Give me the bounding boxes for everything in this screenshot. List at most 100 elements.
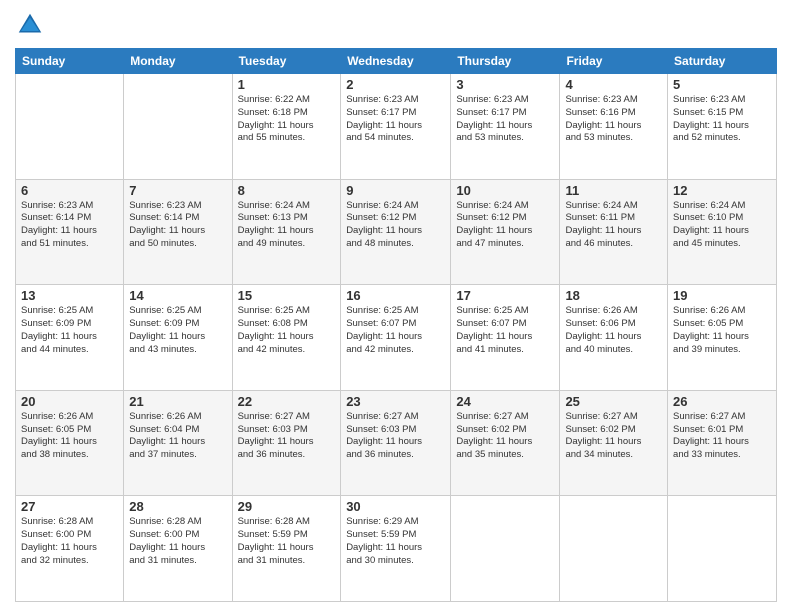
day-number: 27 — [21, 499, 118, 514]
day-number: 26 — [673, 394, 771, 409]
calendar-cell: 25 Sunrise: 6:27 AM Sunset: 6:02 PM Dayli… — [560, 390, 668, 496]
day-info: Sunrise: 6:27 AM Sunset: 6:01 PM Dayligh… — [673, 411, 771, 462]
day-number: 7 — [129, 183, 226, 198]
calendar-cell: 2 Sunrise: 6:23 AM Sunset: 6:17 PM Daylig… — [341, 74, 451, 180]
calendar-week-row: 27 Sunrise: 6:28 AM Sunset: 6:00 PM Dayli… — [16, 496, 777, 602]
day-number: 11 — [565, 183, 662, 198]
calendar-cell: 27Sunrise: 6:28 AM Sunset: 6:00 PM Dayli… — [16, 496, 124, 602]
day-info: Sunrise: 6:27 AM Sunset: 6:02 PM Dayligh… — [456, 411, 554, 462]
calendar-cell: 22 Sunrise: 6:27 AM Sunset: 6:03 PM Dayli… — [232, 390, 341, 496]
day-number: 2 — [346, 77, 445, 92]
weekday-header-thursday: Thursday — [451, 49, 560, 74]
calendar-cell: 21 Sunrise: 6:26 AM Sunset: 6:04 PM Dayli… — [124, 390, 232, 496]
day-number: 6 — [21, 183, 118, 198]
weekday-header-sunday: Sunday — [16, 49, 124, 74]
day-info: Sunrise: 6:27 AM Sunset: 6:03 PM Dayligh… — [238, 411, 336, 462]
calendar-cell: 15 Sunrise: 6:25 AM Sunset: 6:08 PM Dayli… — [232, 285, 341, 391]
day-number: 30 — [346, 499, 445, 514]
header — [15, 10, 777, 40]
calendar-cell: 1 Sunrise: 6:22 AM Sunset: 6:18 PM Daylig… — [232, 74, 341, 180]
day-number: 20 — [21, 394, 118, 409]
calendar-cell: 23Sunrise: 6:27 AM Sunset: 6:03 PM Dayli… — [341, 390, 451, 496]
day-info: Sunrise: 6:28 AM Sunset: 6:00 PM Dayligh… — [129, 516, 226, 567]
calendar-cell: 7 Sunrise: 6:23 AM Sunset: 6:14 PM Daylig… — [124, 179, 232, 285]
day-info: Sunrise: 6:23 AM Sunset: 6:17 PM Dayligh… — [346, 94, 445, 145]
calendar-cell: 14 Sunrise: 6:25 AM Sunset: 6:09 PM Dayli… — [124, 285, 232, 391]
calendar-cell: 10 Sunrise: 6:24 AM Sunset: 6:12 PM Dayli… — [451, 179, 560, 285]
weekday-header-wednesday: Wednesday — [341, 49, 451, 74]
day-number: 15 — [238, 288, 336, 303]
day-number: 8 — [238, 183, 336, 198]
calendar-table: SundayMondayTuesdayWednesdayThursdayFrid… — [15, 48, 777, 602]
day-info: Sunrise: 6:24 AM Sunset: 6:10 PM Dayligh… — [673, 200, 771, 251]
day-number: 24 — [456, 394, 554, 409]
calendar-cell: 28 Sunrise: 6:28 AM Sunset: 6:00 PM Dayli… — [124, 496, 232, 602]
day-number: 13 — [21, 288, 118, 303]
calendar-body: 1 Sunrise: 6:22 AM Sunset: 6:18 PM Daylig… — [16, 74, 777, 602]
day-info: Sunrise: 6:25 AM Sunset: 6:07 PM Dayligh… — [456, 305, 554, 356]
weekday-header-friday: Friday — [560, 49, 668, 74]
day-number: 19 — [673, 288, 771, 303]
day-number: 28 — [129, 499, 226, 514]
calendar-cell: 9 Sunrise: 6:24 AM Sunset: 6:12 PM Daylig… — [341, 179, 451, 285]
day-info: Sunrise: 6:24 AM Sunset: 6:13 PM Dayligh… — [238, 200, 336, 251]
calendar-cell: 11Sunrise: 6:24 AM Sunset: 6:11 PM Dayli… — [560, 179, 668, 285]
calendar-header: SundayMondayTuesdayWednesdayThursdayFrid… — [16, 49, 777, 74]
calendar-week-row: 6 Sunrise: 6:23 AM Sunset: 6:14 PM Daylig… — [16, 179, 777, 285]
weekday-header-row: SundayMondayTuesdayWednesdayThursdayFrid… — [16, 49, 777, 74]
day-number: 10 — [456, 183, 554, 198]
day-info: Sunrise: 6:26 AM Sunset: 6:05 PM Dayligh… — [673, 305, 771, 356]
calendar-cell: 19 Sunrise: 6:26 AM Sunset: 6:05 PM Dayli… — [668, 285, 777, 391]
weekday-header-tuesday: Tuesday — [232, 49, 341, 74]
day-number: 1 — [238, 77, 336, 92]
page: SundayMondayTuesdayWednesdayThursdayFrid… — [0, 0, 792, 612]
calendar-cell — [16, 74, 124, 180]
calendar-cell — [560, 496, 668, 602]
day-info: Sunrise: 6:24 AM Sunset: 6:12 PM Dayligh… — [346, 200, 445, 251]
day-number: 5 — [673, 77, 771, 92]
day-info: Sunrise: 6:27 AM Sunset: 6:02 PM Dayligh… — [565, 411, 662, 462]
day-number: 16 — [346, 288, 445, 303]
day-info: Sunrise: 6:25 AM Sunset: 6:08 PM Dayligh… — [238, 305, 336, 356]
calendar-cell: 29 Sunrise: 6:28 AM Sunset: 5:59 PM Dayli… — [232, 496, 341, 602]
day-info: Sunrise: 6:23 AM Sunset: 6:15 PM Dayligh… — [673, 94, 771, 145]
day-number: 22 — [238, 394, 336, 409]
day-info: Sunrise: 6:22 AM Sunset: 6:18 PM Dayligh… — [238, 94, 336, 145]
calendar-cell: 17 Sunrise: 6:25 AM Sunset: 6:07 PM Dayli… — [451, 285, 560, 391]
day-info: Sunrise: 6:23 AM Sunset: 6:17 PM Dayligh… — [456, 94, 554, 145]
day-number: 25 — [565, 394, 662, 409]
calendar-cell: 24 Sunrise: 6:27 AM Sunset: 6:02 PM Dayli… — [451, 390, 560, 496]
day-info: Sunrise: 6:23 AM Sunset: 6:14 PM Dayligh… — [21, 200, 118, 251]
weekday-header-monday: Monday — [124, 49, 232, 74]
day-info: Sunrise: 6:25 AM Sunset: 6:07 PM Dayligh… — [346, 305, 445, 356]
calendar-cell: 8 Sunrise: 6:24 AM Sunset: 6:13 PM Daylig… — [232, 179, 341, 285]
calendar-week-row: 1 Sunrise: 6:22 AM Sunset: 6:18 PM Daylig… — [16, 74, 777, 180]
day-number: 4 — [565, 77, 662, 92]
calendar-cell: 20 Sunrise: 6:26 AM Sunset: 6:05 PM Dayli… — [16, 390, 124, 496]
calendar-cell — [668, 496, 777, 602]
calendar-cell: 26 Sunrise: 6:27 AM Sunset: 6:01 PM Dayli… — [668, 390, 777, 496]
calendar-cell: 4Sunrise: 6:23 AM Sunset: 6:16 PM Daylig… — [560, 74, 668, 180]
weekday-header-saturday: Saturday — [668, 49, 777, 74]
day-info: Sunrise: 6:29 AM Sunset: 5:59 PM Dayligh… — [346, 516, 445, 567]
calendar-cell: 6 Sunrise: 6:23 AM Sunset: 6:14 PM Daylig… — [16, 179, 124, 285]
day-number: 3 — [456, 77, 554, 92]
calendar-cell: 18Sunrise: 6:26 AM Sunset: 6:06 PM Dayli… — [560, 285, 668, 391]
day-number: 21 — [129, 394, 226, 409]
day-number: 14 — [129, 288, 226, 303]
day-number: 18 — [565, 288, 662, 303]
day-number: 9 — [346, 183, 445, 198]
calendar-cell: 30 Sunrise: 6:29 AM Sunset: 5:59 PM Dayli… — [341, 496, 451, 602]
day-number: 29 — [238, 499, 336, 514]
day-info: Sunrise: 6:26 AM Sunset: 6:04 PM Dayligh… — [129, 411, 226, 462]
day-info: Sunrise: 6:28 AM Sunset: 5:59 PM Dayligh… — [238, 516, 336, 567]
day-number: 17 — [456, 288, 554, 303]
day-info: Sunrise: 6:26 AM Sunset: 6:05 PM Dayligh… — [21, 411, 118, 462]
calendar-cell: 13Sunrise: 6:25 AM Sunset: 6:09 PM Dayli… — [16, 285, 124, 391]
day-info: Sunrise: 6:25 AM Sunset: 6:09 PM Dayligh… — [129, 305, 226, 356]
day-info: Sunrise: 6:27 AM Sunset: 6:03 PM Dayligh… — [346, 411, 445, 462]
calendar-cell: 5 Sunrise: 6:23 AM Sunset: 6:15 PM Daylig… — [668, 74, 777, 180]
day-info: Sunrise: 6:23 AM Sunset: 6:14 PM Dayligh… — [129, 200, 226, 251]
calendar-cell: 16 Sunrise: 6:25 AM Sunset: 6:07 PM Dayli… — [341, 285, 451, 391]
day-info: Sunrise: 6:24 AM Sunset: 6:12 PM Dayligh… — [456, 200, 554, 251]
